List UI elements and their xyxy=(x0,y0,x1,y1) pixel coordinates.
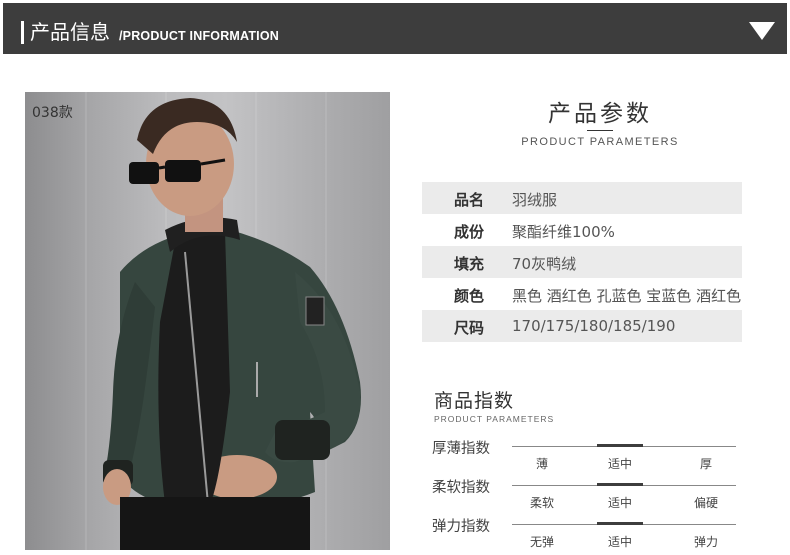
param-value: 黑色 酒红色 孔蓝色 宝蓝色 酒红色 xyxy=(512,287,742,305)
section-title: 产品信息 xyxy=(30,20,110,44)
index-label: 厚薄指数 xyxy=(432,441,490,457)
model-illustration xyxy=(103,98,361,550)
heading-rule xyxy=(587,130,613,131)
param-value: 聚酯纤维100% xyxy=(512,223,615,241)
index-selected-marker xyxy=(597,444,643,447)
param-value: 羽绒服 xyxy=(512,191,558,209)
index-heading: 商品指数 PRODUCT PARAMETERS xyxy=(434,388,554,424)
index-option: 适中 xyxy=(607,457,632,471)
index-option: 偏硬 xyxy=(693,496,718,510)
param-row: 填充 70灰鸭绒 xyxy=(422,246,772,278)
index-option: 适中 xyxy=(607,535,632,549)
index-option: 弹力 xyxy=(693,535,718,549)
index-label: 柔软指数 xyxy=(432,480,490,496)
param-key: 尺码 xyxy=(454,319,485,337)
collapse-toggle-icon[interactable] xyxy=(749,22,775,40)
elasticity-index: 弹力指数 无弹 适中 弹力 xyxy=(432,515,742,551)
param-key: 填充 xyxy=(454,255,485,273)
index-option: 适中 xyxy=(607,496,632,510)
parameters-subtitle: PRODUCT PARAMETERS xyxy=(521,136,679,148)
style-number-tag: 038款 xyxy=(32,105,73,121)
param-row: 尺码 170/175/180/185/190 xyxy=(422,310,772,342)
param-key: 颜色 xyxy=(454,287,485,305)
param-key: 品名 xyxy=(454,191,485,209)
index-subtitle: PRODUCT PARAMETERS xyxy=(434,414,555,424)
index-option: 无弹 xyxy=(529,535,554,549)
index-option: 厚 xyxy=(699,457,712,471)
index-option: 柔软 xyxy=(529,496,554,510)
thickness-index: 厚薄指数 薄 适中 厚 xyxy=(432,437,742,473)
index-option: 薄 xyxy=(535,457,548,471)
header-accent-bar xyxy=(21,21,24,44)
parameters-heading: 产品参数 PRODUCT PARAMETERS xyxy=(500,98,700,148)
param-row: 品名 羽绒服 xyxy=(422,182,772,214)
param-row: 成份 聚酯纤维100% xyxy=(422,214,772,246)
param-value: 70灰鸭绒 xyxy=(512,255,577,273)
param-key: 成份 xyxy=(454,223,485,241)
index-label: 弹力指数 xyxy=(432,519,490,535)
index-selected-marker xyxy=(597,522,643,525)
parameters-table: 品名 羽绒服 成份 聚酯纤维100% 填充 70灰鸭绒 颜色 黑色 酒红色 孔蓝… xyxy=(422,182,772,342)
param-row: 颜色 黑色 酒红色 孔蓝色 宝蓝色 酒红色 xyxy=(422,278,772,310)
section-subtitle: /PRODUCT INFORMATION xyxy=(119,29,280,43)
softness-index: 柔软指数 柔软 适中 偏硬 xyxy=(432,476,742,512)
param-value: 170/175/180/185/190 xyxy=(512,317,676,335)
index-title: 商品指数 xyxy=(434,390,515,412)
product-photo: 038款 xyxy=(25,92,390,550)
parameters-title: 产品参数 xyxy=(548,101,652,127)
section-header: 产品信息 /PRODUCT INFORMATION xyxy=(3,3,787,54)
index-selected-marker xyxy=(597,483,643,486)
